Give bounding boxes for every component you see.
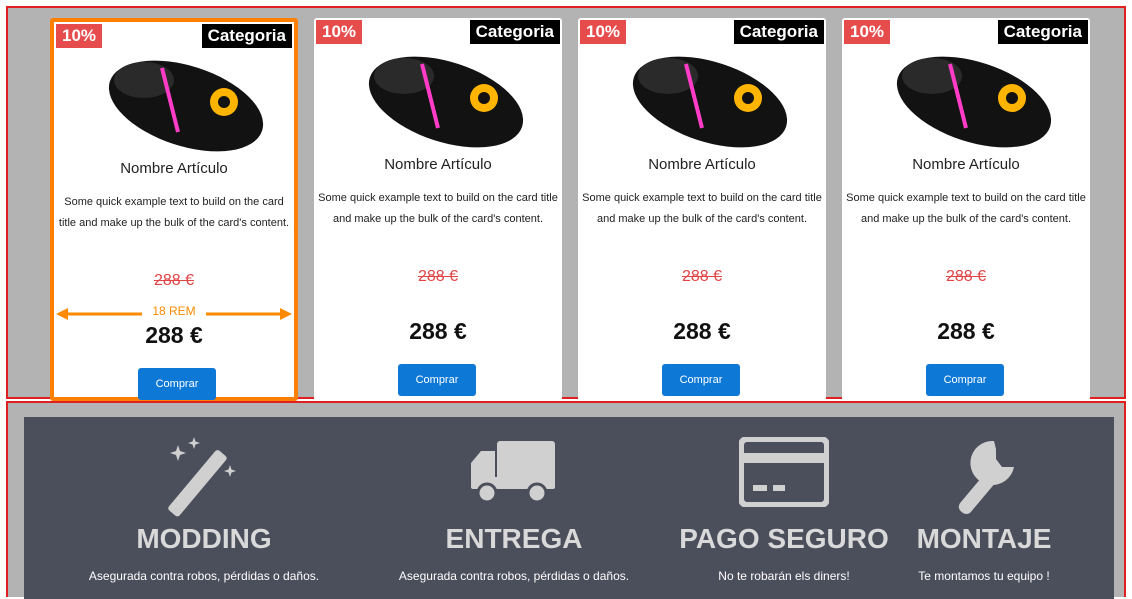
service-description: Asegurada contra robos, pérdidas o daños… <box>398 569 630 583</box>
service-title: MONTAJE <box>916 523 1052 554</box>
old-price: 288 € <box>153 272 195 289</box>
product-section: 10% Categoria Nombre Artículo Some quick… <box>6 6 1126 401</box>
product-image <box>896 56 1052 148</box>
service-entrega: ENTREGA Asegurada contra robos, pérdidas… <box>374 417 654 599</box>
buy-button[interactable]: Comprar <box>662 364 740 396</box>
service-description: Asegurada contra robos, pérdidas o daños… <box>88 569 320 583</box>
truck-icon <box>471 441 555 504</box>
buy-button[interactable]: Comprar <box>926 364 1004 396</box>
product-card: 10% Categoria Nombre Artículo Some quick… <box>314 18 562 401</box>
old-price: 288 € <box>417 268 459 285</box>
old-price: 288 € <box>945 268 987 285</box>
product-title: Nombre Artículo <box>120 160 228 177</box>
product-description: Some quick example text to build on the … <box>58 196 290 229</box>
credit-card-icon <box>739 437 829 507</box>
product-card: 10% Categoria Nombre Artículo Some quick… <box>578 18 826 401</box>
service-montaje: MONTAJE Te montamos tu equipo ! <box>844 417 1124 599</box>
product-image <box>632 56 788 148</box>
service-title: ENTREGA <box>445 523 583 554</box>
price: 288 € <box>673 318 731 344</box>
product-description: Some quick example text to build on the … <box>582 192 822 225</box>
service-modding: MODDING Asegurada contra robos, pérdidas… <box>64 417 344 599</box>
annotation-label: 18 REM <box>152 304 196 318</box>
price: 288 € <box>145 322 203 348</box>
service-title: MODDING <box>136 523 272 554</box>
service-description: Te montamos tu equipo ! <box>918 569 1050 583</box>
price: 288 € <box>937 318 995 344</box>
product-card: 10% Categoria Nombre Artículo Some quick… <box>842 18 1090 401</box>
services-section: MODDING Asegurada contra robos, pérdidas… <box>6 401 1126 599</box>
product-title: Nombre Artículo <box>384 156 492 173</box>
product-title: Nombre Artículo <box>912 156 1020 173</box>
product-image <box>108 60 264 152</box>
product-description: Some quick example text to build on the … <box>846 192 1086 225</box>
old-price: 288 € <box>681 268 723 285</box>
services-panel: MODDING Asegurada contra robos, pérdidas… <box>24 417 1114 599</box>
buy-button[interactable]: Comprar <box>398 364 476 396</box>
product-description: Some quick example text to build on the … <box>318 192 558 225</box>
wrench-icon <box>958 440 1014 515</box>
buy-button[interactable]: Comprar <box>138 368 216 400</box>
price: 288 € <box>409 318 467 344</box>
product-image <box>368 56 524 148</box>
product-card: 10% Categoria Nombre Artículo Some quick… <box>50 18 298 401</box>
product-title: Nombre Artículo <box>648 156 756 173</box>
magic-wand-icon <box>168 437 236 517</box>
